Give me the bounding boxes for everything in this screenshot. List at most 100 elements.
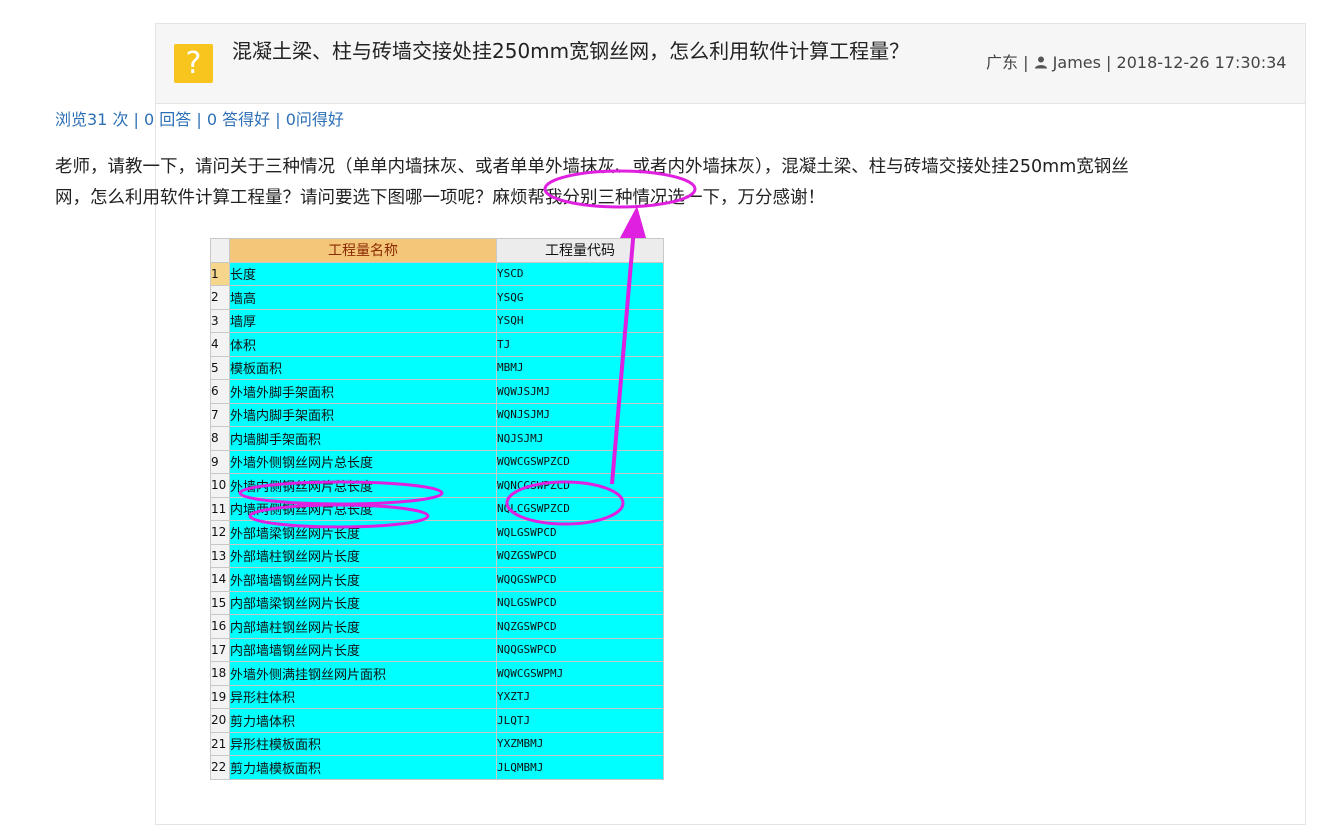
quantity-name-cell[interactable]: 外墙内侧钢丝网片总长度 [229,473,497,498]
quantity-code-cell[interactable]: WQWJSJMJ [496,379,664,404]
good-answers-count[interactable]: 0 答得好 [207,110,270,129]
quantity-name-cell[interactable]: 剪力墙体积 [229,708,497,733]
quantity-name-cell[interactable]: 外部墙柱钢丝网片长度 [229,543,497,568]
quantity-code-cell[interactable]: WQWCGSWPMJ [496,661,664,686]
quantity-code-cell[interactable]: WQNCGSWPZCD [496,473,664,498]
question-body: 老师，请教一下，请问关于三种情况（单单内墙抹灰、或者单单外墙抹灰、或者内外墙抹灰… [55,157,1129,208]
quantity-name-cell[interactable]: 内墙脚手架面积 [229,426,497,451]
row-number: 11 [210,496,230,521]
row-number: 8 [210,426,230,451]
quantity-name-cell[interactable]: 模板面积 [229,355,497,380]
quantity-code-cell[interactable]: JLQTJ [496,708,664,733]
quantity-code-cell[interactable]: NQLCGSWPZCD [496,496,664,521]
quantity-name-cell[interactable]: 外部墙梁钢丝网片长度 [229,520,497,545]
quantity-code-cell[interactable]: NQLGSWPCD [496,590,664,615]
table-row[interactable]: 10 外墙内侧钢丝网片总长度 WQNCGSWPZCD [210,473,664,498]
table-header-row: 工程量名称 工程量代码 [210,238,664,263]
quantity-table: 工程量名称 工程量代码 1 长度 YSCD 2 墙高 YSQG 3 墙厚 YSQH 4 体积 TJ 5 模… [210,238,664,780]
quantity-name-cell[interactable]: 体积 [229,332,497,357]
question-header: ? 混凝土梁、柱与砖墙交接处挂250mm宽钢丝网，怎么利用软件计算工程量？ 广东… [156,24,1305,104]
user-icon [1034,56,1047,69]
quantity-name-cell[interactable]: 内墙两侧钢丝网片总长度 [229,496,497,521]
table-row[interactable]: 7 外墙内脚手架面积 WQNJSJMJ [210,402,664,427]
quantity-code-cell[interactable]: YSCD [496,261,664,286]
question-title[interactable]: 混凝土梁、柱与砖墙交接处挂250mm宽钢丝网，怎么利用软件计算工程量？ [232,38,942,64]
quantity-code-cell[interactable]: MBMJ [496,355,664,380]
row-number: 15 [210,590,230,615]
quantity-code-cell[interactable]: NQJSJMJ [496,426,664,451]
row-number: 9 [210,449,230,474]
quantity-code-cell[interactable]: YXZMBMJ [496,731,664,756]
quantity-name-cell[interactable]: 外墙内脚手架面积 [229,402,497,427]
quantity-name-cell[interactable]: 内部墙墙钢丝网片长度 [229,637,497,662]
row-number: 14 [210,567,230,592]
quantity-name-cell[interactable]: 异形柱模板面积 [229,731,497,756]
row-number-header [210,238,230,263]
table-row[interactable]: 4 体积 TJ [210,332,664,357]
quantity-code-cell[interactable]: WQWCGSWPZCD [496,449,664,474]
good-questions-count[interactable]: 0问得好 [286,110,344,129]
code-column-header: 工程量代码 [496,238,664,263]
table-row[interactable]: 9 外墙外侧钢丝网片总长度 WQWCGSWPZCD [210,449,664,474]
row-number: 1 [210,261,230,286]
table-row[interactable]: 18 外墙外侧满挂钢丝网片面积 WQWCGSWPMJ [210,661,664,686]
views-count[interactable]: 浏览31 次 [55,110,128,129]
row-number: 4 [210,332,230,357]
author-name[interactable]: James [1053,53,1101,72]
quantity-code-cell[interactable]: WQQGSWPCD [496,567,664,592]
table-row[interactable]: 22 剪力墙模板面积 JLQMBMJ [210,755,664,780]
quantity-code-cell[interactable]: TJ [496,332,664,357]
row-number: 20 [210,708,230,733]
quantity-table-body: 1 长度 YSCD 2 墙高 YSQG 3 墙厚 YSQH 4 体积 TJ 5 模板面积 MBMJ 6 外墙外脚… [210,261,664,780]
quantity-name-cell[interactable]: 外墙外侧钢丝网片总长度 [229,449,497,474]
row-number: 12 [210,520,230,545]
quantity-name-cell[interactable]: 外墙外侧满挂钢丝网片面积 [229,661,497,686]
answers-count[interactable]: 0 回答 [144,110,191,129]
row-number: 17 [210,637,230,662]
quantity-name-cell[interactable]: 异形柱体积 [229,684,497,709]
table-row[interactable]: 21 异形柱模板面积 YXZMBMJ [210,731,664,756]
table-row[interactable]: 15 内部墙梁钢丝网片长度 NQLGSWPCD [210,590,664,615]
stats-separator: | [270,110,286,129]
row-number: 10 [210,473,230,498]
quantity-code-cell[interactable]: JLQMBMJ [496,755,664,780]
table-row[interactable]: 8 内墙脚手架面积 NQJSJMJ [210,426,664,451]
table-row[interactable]: 5 模板面积 MBMJ [210,355,664,380]
table-row[interactable]: 13 外部墙柱钢丝网片长度 WQZGSWPCD [210,543,664,568]
table-row[interactable]: 12 外部墙梁钢丝网片长度 WQLGSWPCD [210,520,664,545]
quantity-name-cell[interactable]: 内部墙梁钢丝网片长度 [229,590,497,615]
row-number: 7 [210,402,230,427]
quantity-name-cell[interactable]: 墙厚 [229,308,497,333]
table-row[interactable]: 6 外墙外脚手架面积 WQWJSJMJ [210,379,664,404]
row-number: 13 [210,543,230,568]
table-row[interactable]: 19 异形柱体积 YXZTJ [210,684,664,709]
table-row[interactable]: 11 内墙两侧钢丝网片总长度 NQLCGSWPZCD [210,496,664,521]
quantity-name-cell[interactable]: 外墙外脚手架面积 [229,379,497,404]
quantity-name-cell[interactable]: 墙高 [229,285,497,310]
quantity-name-cell[interactable]: 剪力墙模板面积 [229,755,497,780]
table-row[interactable]: 16 内部墙柱钢丝网片长度 NQZGSWPCD [210,614,664,639]
row-number: 5 [210,355,230,380]
table-row[interactable]: 3 墙厚 YSQH [210,308,664,333]
table-row[interactable]: 20 剪力墙体积 JLQTJ [210,708,664,733]
quantity-name-cell[interactable]: 内部墙柱钢丝网片长度 [229,614,497,639]
stats-separator: | [191,110,207,129]
row-number: 18 [210,661,230,686]
quantity-code-cell[interactable]: NQZGSWPCD [496,614,664,639]
quantity-code-cell[interactable]: NQQGSWPCD [496,637,664,662]
quantity-code-cell[interactable]: WQLGSWPCD [496,520,664,545]
table-row[interactable]: 1 长度 YSCD [210,261,664,286]
table-row[interactable]: 14 外部墙墙钢丝网片长度 WQQGSWPCD [210,567,664,592]
meta-separator: | [1018,53,1034,72]
quantity-name-cell[interactable]: 外部墙墙钢丝网片长度 [229,567,497,592]
quantity-name-cell[interactable]: 长度 [229,261,497,286]
quantity-code-cell[interactable]: WQZGSWPCD [496,543,664,568]
table-row[interactable]: 17 内部墙墙钢丝网片长度 NQQGSWPCD [210,637,664,662]
quantity-code-cell[interactable]: YSQG [496,285,664,310]
table-row[interactable]: 2 墙高 YSQG [210,285,664,310]
post-datetime: 2018-12-26 17:30:34 [1116,53,1286,72]
quantity-code-cell[interactable]: YSQH [496,308,664,333]
row-number: 2 [210,285,230,310]
quantity-code-cell[interactable]: WQNJSJMJ [496,402,664,427]
quantity-code-cell[interactable]: YXZTJ [496,684,664,709]
